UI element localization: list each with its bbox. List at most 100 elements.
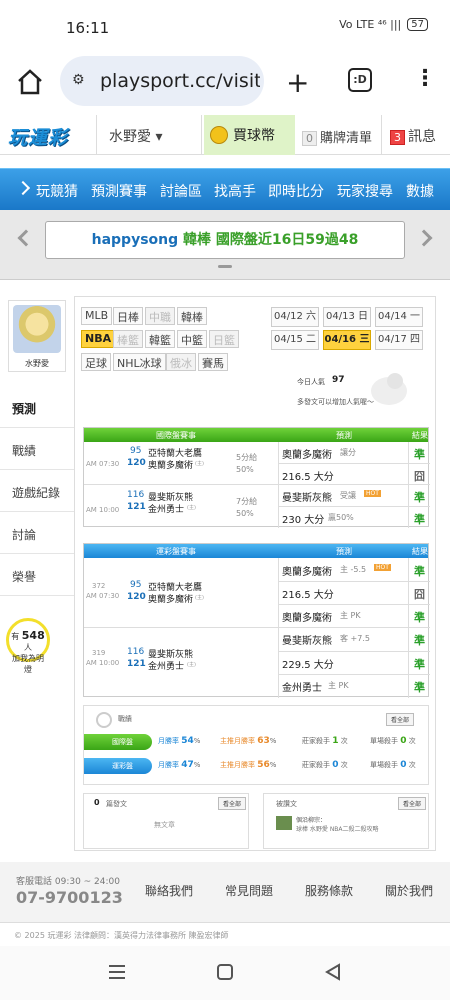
cart-count: 0	[302, 131, 317, 146]
filter-cpbl: 中職	[145, 307, 175, 325]
carousel-dots	[218, 265, 232, 268]
nav-guess[interactable]: 玩競猜	[36, 181, 78, 201]
home-team[interactable]: 金州勇士	[148, 659, 184, 672]
coin-icon	[210, 126, 228, 144]
site-settings-icon[interactable]: ⚙	[72, 72, 85, 88]
fans-suffix: 人	[24, 643, 32, 652]
buy-coins-button[interactable]: 買球幣	[204, 115, 295, 155]
site-logo[interactable]: 玩運彩	[8, 123, 68, 150]
posts-more-button[interactable]: 看全部	[218, 797, 247, 810]
status-time: 16:11	[66, 19, 110, 37]
filter-kr-baseball[interactable]: 韓棒	[177, 307, 207, 325]
menu-icon[interactable]: ⋮	[414, 66, 436, 91]
nav-live-score[interactable]: 即時比分	[268, 181, 324, 201]
service-phone[interactable]: 07-9700123	[16, 888, 123, 907]
stat-unit: 次	[340, 737, 348, 745]
stat-item: 單場殺手 0 次	[370, 736, 416, 746]
url-bar[interactable]: ⚙ playsport.cc/visit	[60, 56, 264, 106]
home-number: 120	[127, 458, 146, 468]
away-number: 95	[130, 446, 142, 456]
pick-text: 229.5 大分	[282, 660, 334, 671]
tab-switcher-button[interactable]: :D	[348, 68, 372, 92]
intl-header-pick: 預測	[336, 431, 352, 440]
signal-icon: Vo LTE ⁴⁶ |||	[339, 18, 402, 31]
footer-about-link[interactable]: 關於我們	[385, 882, 433, 899]
sidebar-item-record[interactable]: 戰績	[0, 430, 74, 470]
game-code: 372	[92, 582, 106, 590]
liked-line2[interactable]: 球棒 水野愛 NBA二殺二殺攻略	[296, 824, 379, 833]
sidebar-item-honor[interactable]: 榮譽	[0, 556, 74, 596]
sidebar-item-game-log[interactable]: 遊戲紀錄	[0, 472, 74, 512]
next-arrow-icon[interactable]	[415, 229, 433, 247]
home-team[interactable]: 金州勇士	[148, 502, 184, 515]
stat-item: 莊家殺手 0 次	[302, 760, 348, 770]
posts-empty: 無文章	[154, 821, 175, 829]
home-team[interactable]: 奧蘭多魔術	[148, 458, 193, 471]
url-text[interactable]: playsport.cc/visit	[100, 70, 260, 92]
hot-badge: HOT	[374, 564, 391, 571]
date-0414[interactable]: 04/14 一	[375, 307, 423, 327]
stats-more-button[interactable]: 看全部	[386, 713, 415, 726]
home-tag: (主)	[187, 505, 196, 511]
filter-horse[interactable]: 賽馬	[198, 353, 228, 371]
stat-item: 主推月勝率 63%	[220, 736, 276, 746]
filter-cn-basket[interactable]: 中籃	[177, 330, 207, 348]
game-code: 319	[92, 649, 106, 657]
liked-more-button[interactable]: 看全部	[398, 797, 427, 810]
footer-terms-link[interactable]: 服務條款	[305, 882, 353, 899]
liked-line1[interactable]: 個沿柳宗：	[296, 815, 326, 824]
user-dropdown[interactable]: 水野愛 ▾	[96, 115, 202, 155]
stat-unit: 次	[408, 761, 416, 769]
pick-note: 贏50%	[328, 513, 354, 522]
date-0412[interactable]: 04/12 六	[271, 307, 319, 327]
filter-soccer[interactable]: 足球	[81, 353, 111, 371]
pick-note: 主 PK	[328, 681, 349, 690]
nav-predict[interactable]: 預測賽事	[91, 181, 147, 201]
filter-mlb[interactable]: MLB	[81, 307, 113, 325]
nav-experts[interactable]: 找高手	[214, 181, 256, 201]
away-number: 95	[130, 580, 142, 590]
pick-text: 216.5 大分	[282, 472, 334, 483]
home-team[interactable]: 奧蘭多魔術	[148, 592, 193, 605]
home-tag: (主)	[187, 662, 196, 668]
filter-jp-baseball[interactable]: 日棒	[113, 307, 143, 325]
stat-item: 月勝率 54%	[158, 736, 200, 746]
game-time: AM 10:00	[86, 506, 120, 514]
prev-arrow-icon[interactable]	[17, 229, 35, 247]
recents-icon[interactable]	[108, 964, 126, 980]
filter-nhl[interactable]: NHL冰球	[113, 353, 166, 371]
date-0416[interactable]: 04/16 三	[323, 330, 371, 350]
avatar[interactable]: 水野愛	[8, 300, 66, 372]
date-0415[interactable]: 04/15 二	[271, 330, 319, 350]
home-nav-icon[interactable]	[216, 963, 234, 981]
filter-nba[interactable]: NBA	[81, 330, 116, 348]
filter-kr-basket[interactable]: 韓籃	[145, 330, 175, 348]
footer-faq-link[interactable]: 常見問題	[225, 882, 273, 899]
nav-forum[interactable]: 討論區	[160, 181, 202, 201]
nav-data[interactable]: 數據	[406, 181, 434, 201]
message-count: 3	[390, 130, 405, 145]
stat-unit: %	[269, 761, 277, 769]
post-thumbnail	[276, 816, 292, 830]
home-icon[interactable]	[16, 68, 44, 96]
cart-button[interactable]: 0 購牌清單	[296, 115, 382, 155]
messages-button[interactable]: 3 訊息	[384, 115, 450, 155]
back-icon[interactable]	[324, 963, 342, 981]
stat-value: 56	[257, 760, 270, 770]
date-0417[interactable]: 04/17 四	[375, 330, 423, 350]
ticker-message[interactable]: happysong 韓棒 國際盤近16日59過48	[45, 221, 405, 259]
stat-value: 54	[181, 736, 194, 746]
fans-badge[interactable]: 有 548 人 加我為明燈	[6, 618, 50, 674]
sport-table: 運彩盤賽事 預測 結果 372 AM 07:30 95 亞特蘭大老鷹 120 奧…	[83, 543, 430, 698]
stat-unit: %	[269, 737, 277, 745]
stat-caption: 月勝率	[158, 761, 179, 769]
footer-contact-link[interactable]: 聯絡我們	[145, 882, 193, 899]
new-tab-icon[interactable]: +	[286, 66, 309, 99]
pick-result: 準	[414, 658, 425, 671]
date-0413[interactable]: 04/13 日	[323, 307, 371, 327]
sidebar-item-predict[interactable]: 預測	[0, 388, 74, 428]
stat-caption: 莊家殺手	[302, 761, 330, 769]
sidebar-item-discuss[interactable]: 討論	[0, 514, 74, 554]
pick-result: 準	[414, 565, 425, 578]
nav-player-search[interactable]: 玩家搜尋	[337, 181, 393, 201]
